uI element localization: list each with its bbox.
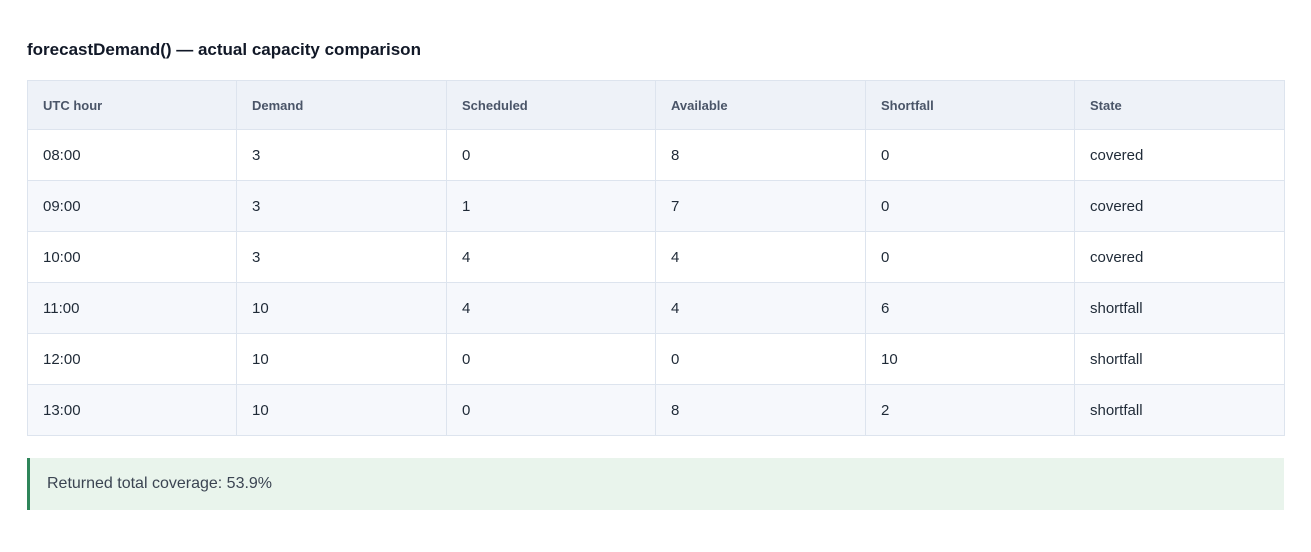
cell-state: covered <box>1074 231 1285 283</box>
cell-shortfall: 0 <box>865 180 1075 232</box>
cell-scheduled: 1 <box>446 180 656 232</box>
table-row: 12:00 10 0 0 10 shortfall <box>27 333 1285 385</box>
cell-available: 7 <box>655 180 866 232</box>
table-row: 08:00 3 0 8 0 covered <box>27 129 1285 181</box>
cell-state: covered <box>1074 180 1285 232</box>
cell-scheduled: 0 <box>446 129 656 181</box>
column-header-scheduled: Scheduled <box>446 80 656 130</box>
cell-state: shortfall <box>1074 384 1285 436</box>
cell-utc-hour: 08:00 <box>27 129 237 181</box>
cell-available: 8 <box>655 384 866 436</box>
page-title: forecastDemand() — actual capacity compa… <box>27 40 421 59</box>
cell-demand: 3 <box>236 231 447 283</box>
column-header-state: State <box>1074 80 1285 130</box>
column-header-demand: Demand <box>236 80 447 130</box>
cell-utc-hour: 09:00 <box>27 180 237 232</box>
cell-utc-hour: 12:00 <box>27 333 237 385</box>
coverage-summary: Returned total coverage: 53.9% <box>27 458 1284 510</box>
cell-shortfall: 6 <box>865 282 1075 334</box>
cell-available: 4 <box>655 231 866 283</box>
cell-state: covered <box>1074 129 1285 181</box>
table-row: 13:00 10 0 8 2 shortfall <box>27 384 1285 436</box>
cell-utc-hour: 10:00 <box>27 231 237 283</box>
cell-utc-hour: 13:00 <box>27 384 237 436</box>
cell-shortfall: 10 <box>865 333 1075 385</box>
cell-scheduled: 4 <box>446 282 656 334</box>
cell-demand: 10 <box>236 333 447 385</box>
cell-available: 0 <box>655 333 866 385</box>
cell-state: shortfall <box>1074 333 1285 385</box>
cell-demand: 10 <box>236 384 447 436</box>
cell-shortfall: 0 <box>865 231 1075 283</box>
cell-demand: 3 <box>236 129 447 181</box>
cell-state: shortfall <box>1074 282 1285 334</box>
coverage-summary-text: Returned total coverage: 53.9% <box>47 475 273 492</box>
cell-scheduled: 0 <box>446 384 656 436</box>
cell-shortfall: 2 <box>865 384 1075 436</box>
cell-shortfall: 0 <box>865 129 1075 181</box>
cell-demand: 3 <box>236 180 447 232</box>
column-header-utc-hour: UTC hour <box>27 80 237 130</box>
table-row: 11:00 10 4 4 6 shortfall <box>27 282 1285 334</box>
cell-scheduled: 4 <box>446 231 656 283</box>
table-header-row: UTC hour Demand Scheduled Available Shor… <box>27 80 1285 130</box>
column-header-shortfall: Shortfall <box>865 80 1075 130</box>
capacity-table: UTC hour Demand Scheduled Available Shor… <box>27 80 1285 436</box>
cell-available: 8 <box>655 129 866 181</box>
table-row: 10:00 3 4 4 0 covered <box>27 231 1285 283</box>
cell-scheduled: 0 <box>446 333 656 385</box>
table-row: 09:00 3 1 7 0 covered <box>27 180 1285 232</box>
cell-demand: 10 <box>236 282 447 334</box>
cell-available: 4 <box>655 282 866 334</box>
column-header-available: Available <box>655 80 866 130</box>
cell-utc-hour: 11:00 <box>27 282 237 334</box>
